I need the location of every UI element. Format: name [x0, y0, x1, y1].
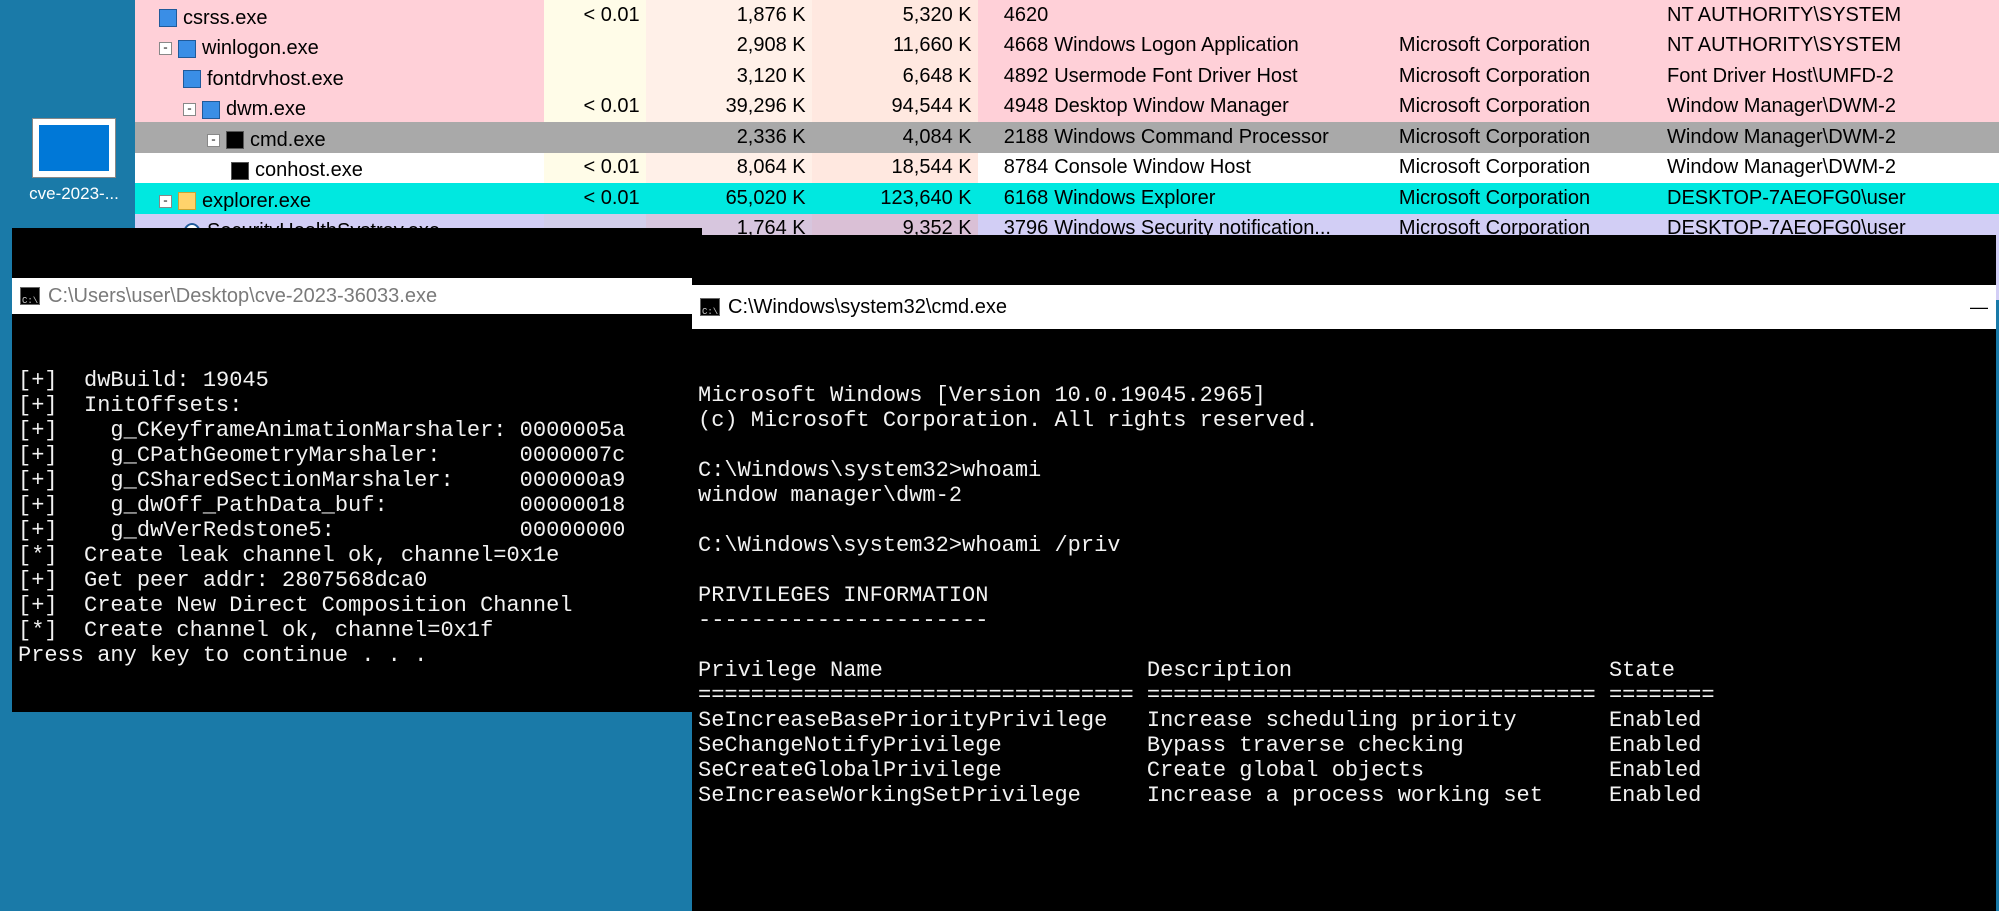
cmd-icon: [700, 298, 720, 316]
process-name: dwm.exe: [226, 98, 306, 121]
process-name: conhost.exe: [255, 159, 363, 182]
console-title: C:\Users\user\Desktop\cve-2023-36033.exe: [48, 284, 437, 309]
tree-expander[interactable]: -: [207, 134, 220, 147]
process-row[interactable]: conhost.exe< 0.018,064 K18,544 K8784Cons…: [135, 153, 1999, 184]
process-row[interactable]: csrss.exe< 0.011,876 K5,320 K4620NT AUTH…: [135, 0, 1999, 31]
exploit-console[interactable]: C:\Users\user\Desktop\cve-2023-36033.exe…: [12, 228, 702, 712]
console-title: C:\Windows\system32\cmd.exe: [728, 295, 1007, 320]
cmd-icon: [20, 287, 40, 305]
console-output: Microsoft Windows [Version 10.0.19045.29…: [692, 379, 1996, 812]
process-icon: [178, 192, 196, 210]
tree-expander[interactable]: -: [183, 103, 196, 116]
process-icon: [183, 70, 201, 88]
process-row[interactable]: -winlogon.exe2,908 K11,660 K4668Windows …: [135, 31, 1999, 62]
console-titlebar[interactable]: C:\Users\user\Desktop\cve-2023-36033.exe: [12, 278, 702, 314]
cmd-console[interactable]: C:\Windows\system32\cmd.exe — Microsoft …: [692, 235, 1996, 911]
process-row[interactable]: -explorer.exe< 0.0165,020 K123,640 K6168…: [135, 183, 1999, 214]
process-name: fontdrvhost.exe: [207, 68, 344, 91]
process-name: winlogon.exe: [202, 37, 319, 60]
shortcut-thumb: [32, 118, 116, 178]
minimize-button[interactable]: —: [1970, 295, 1988, 320]
process-icon: [231, 162, 249, 180]
tree-expander[interactable]: -: [159, 42, 172, 55]
process-row[interactable]: -dwm.exe< 0.0139,296 K94,544 K4948Deskto…: [135, 92, 1999, 123]
process-row[interactable]: fontdrvhost.exe3,120 K6,648 K4892Usermod…: [135, 61, 1999, 92]
shortcut-label: cve-2023-...: [24, 184, 124, 204]
process-row[interactable]: -cmd.exe2,336 K4,084 K2188Windows Comman…: [135, 122, 1999, 153]
tree-expander[interactable]: -: [159, 195, 172, 208]
console-titlebar[interactable]: C:\Windows\system32\cmd.exe —: [692, 285, 1996, 329]
process-icon: [226, 131, 244, 149]
process-name: csrss.exe: [183, 7, 267, 30]
process-name: cmd.exe: [250, 129, 326, 152]
window-controls[interactable]: —: [1970, 295, 1988, 320]
process-icon: [159, 9, 177, 27]
process-icon: [202, 101, 220, 119]
desktop-shortcut[interactable]: cve-2023-...: [24, 118, 124, 204]
process-name: explorer.exe: [202, 190, 311, 213]
process-icon: [178, 40, 196, 58]
console-output: [+] dwBuild: 19045 [+] InitOffsets: [+] …: [12, 364, 702, 672]
